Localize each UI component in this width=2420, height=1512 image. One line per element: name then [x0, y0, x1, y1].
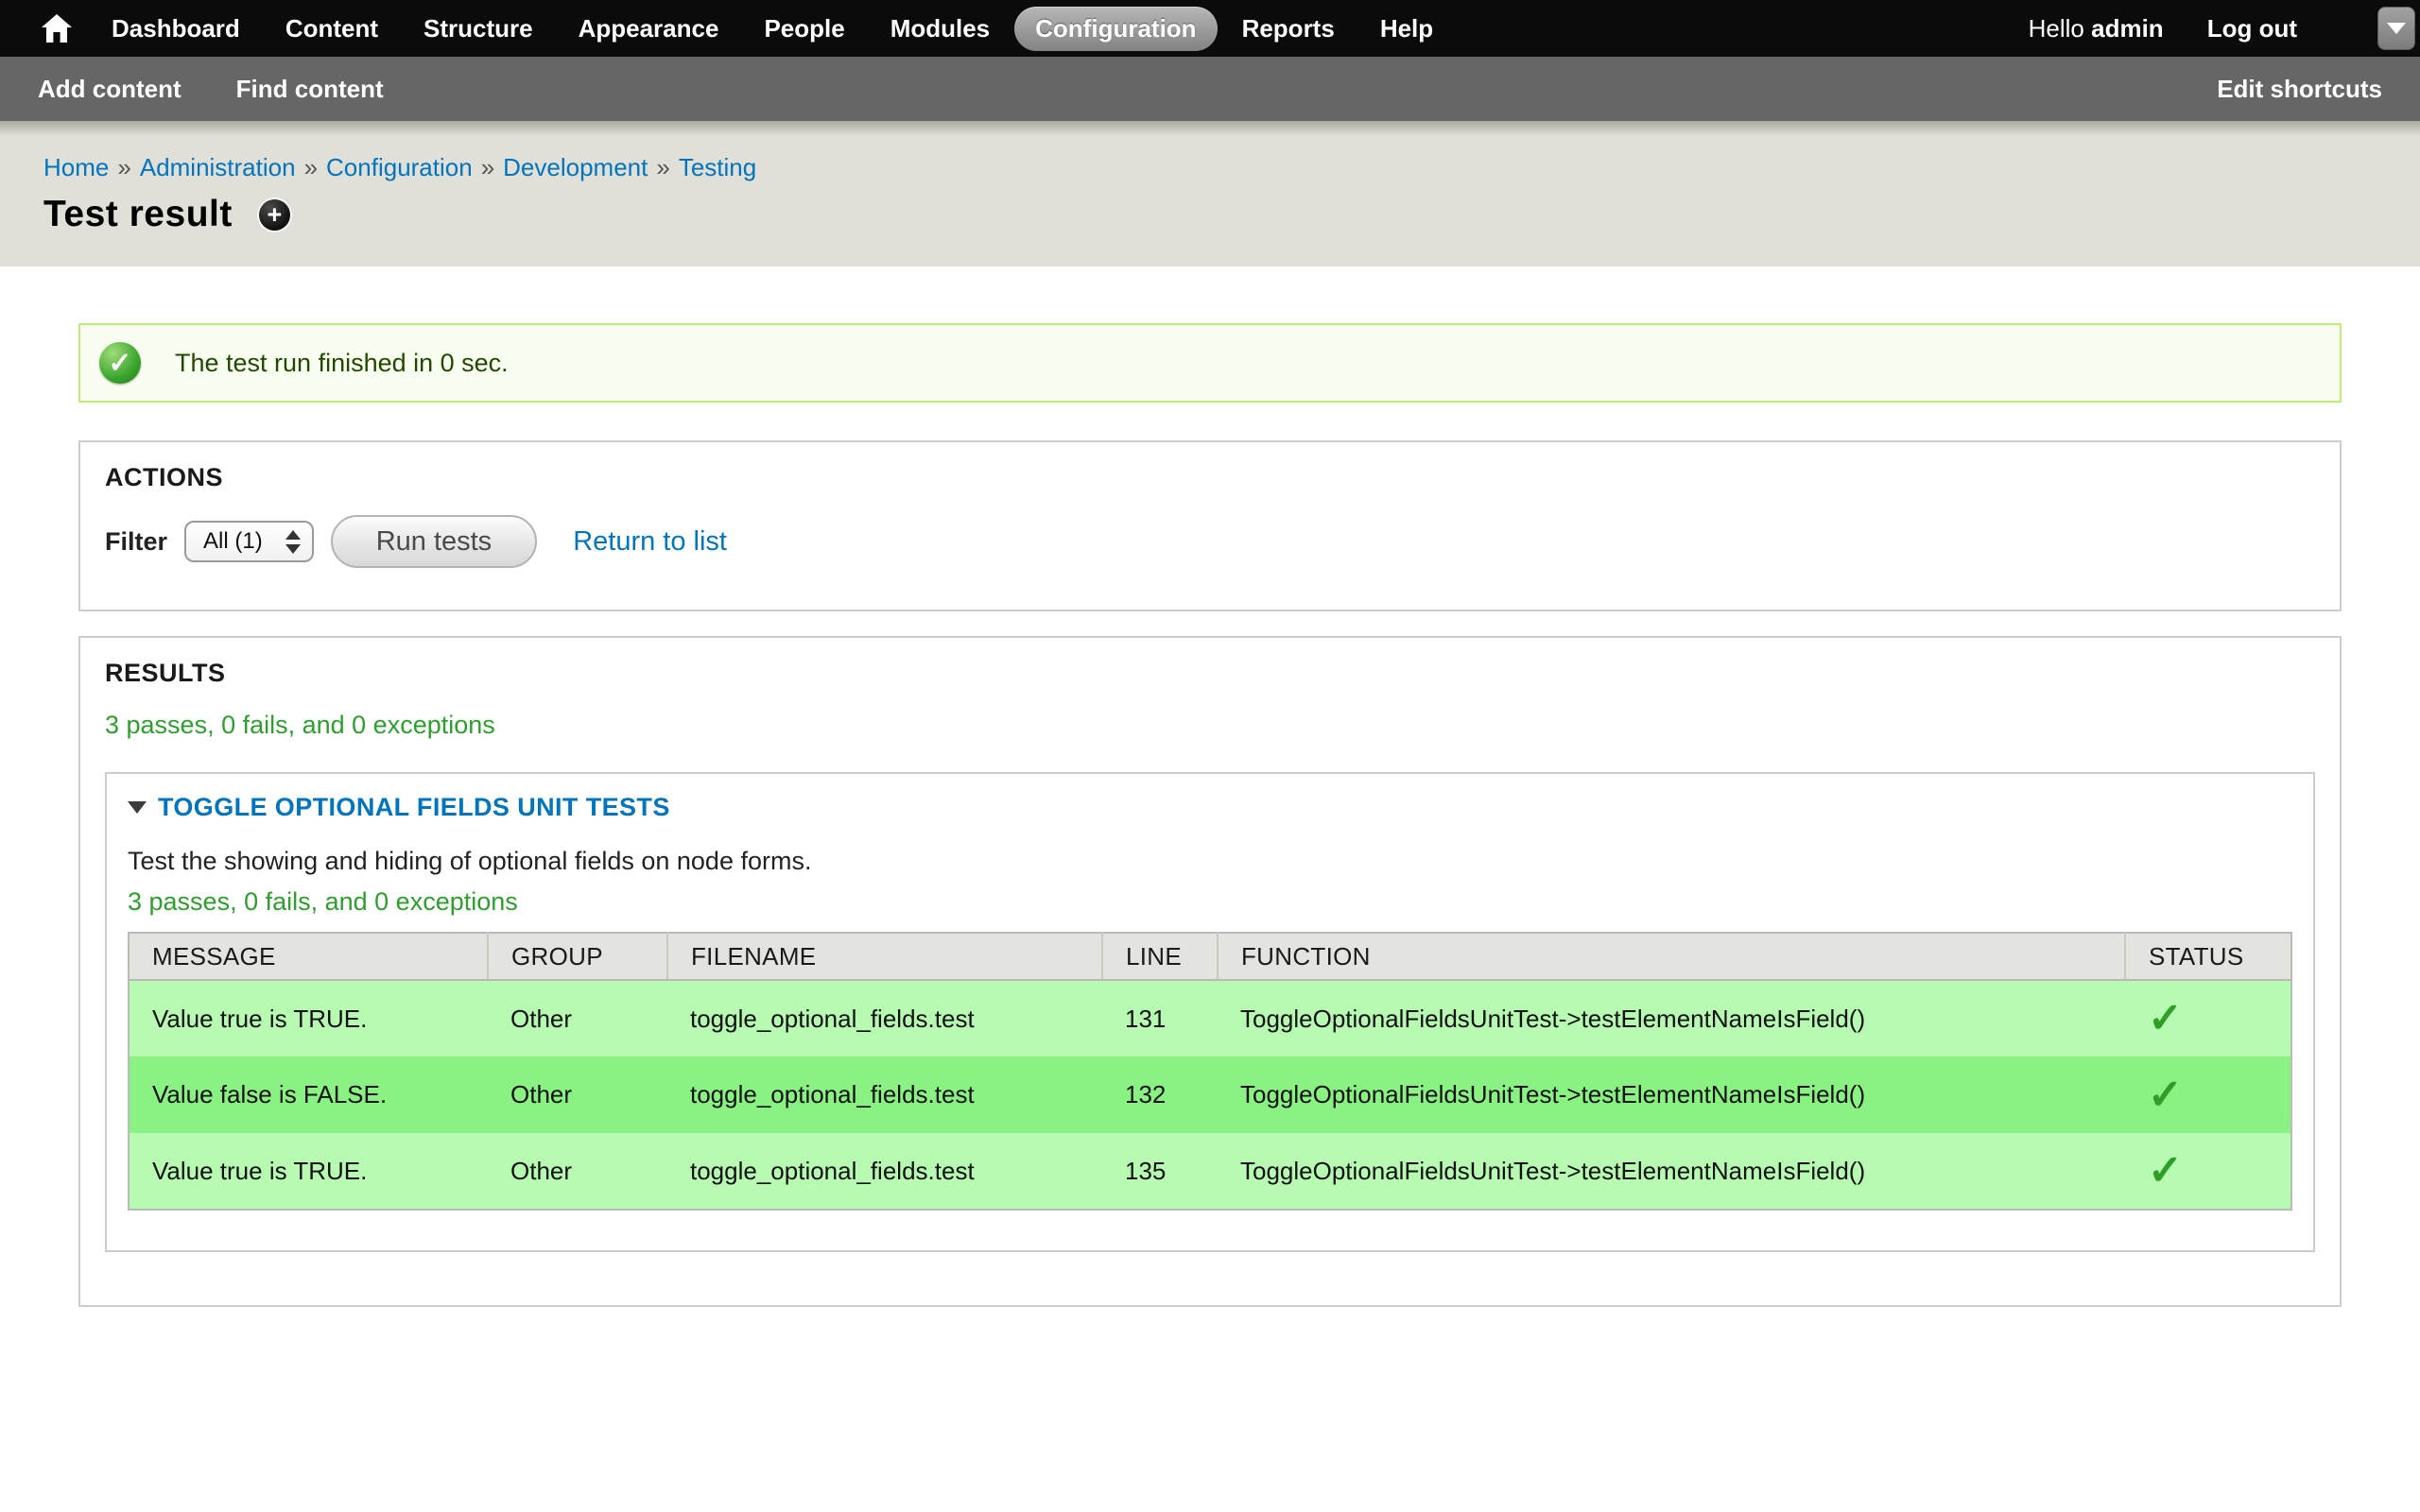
filter-label: Filter — [105, 527, 167, 557]
toolbar-item-help[interactable]: Help — [1359, 7, 1454, 51]
admin-toolbar: Dashboard Content Structure Appearance P… — [0, 0, 2420, 57]
collapse-arrow-icon — [128, 801, 147, 814]
toolbar-item-configuration[interactable]: Configuration — [1014, 7, 1217, 51]
cell-filename: toggle_optional_fields.test — [667, 1133, 1102, 1210]
test-group-fieldset: TOGGLE OPTIONAL FIELDS UNIT TESTS Test t… — [105, 772, 2315, 1252]
col-header-line: LINE — [1102, 933, 1218, 980]
page-title: Test result — [43, 194, 233, 235]
results-legend: RESULTS — [105, 659, 2315, 688]
table-row: Value true is TRUE. Other toggle_optiona… — [129, 1133, 2291, 1210]
select-arrows-icon — [285, 530, 301, 554]
col-header-status: STATUS — [2125, 933, 2291, 980]
chevron-down-icon — [2387, 23, 2406, 34]
breadcrumb-development[interactable]: Development — [503, 153, 648, 181]
cell-filename: toggle_optional_fields.test — [667, 1057, 1102, 1133]
shortcut-find-content[interactable]: Find content — [236, 75, 384, 104]
cell-line: 135 — [1102, 1133, 1218, 1210]
col-header-group: GROUP — [488, 933, 667, 980]
toolbar-item-reports[interactable]: Reports — [1221, 7, 1356, 51]
toolbar-item-dashboard[interactable]: Dashboard — [91, 7, 261, 51]
toolbar-item-appearance[interactable]: Appearance — [558, 7, 740, 51]
filter-select-value: All (1) — [203, 528, 263, 555]
col-header-filename: FILENAME — [667, 933, 1102, 980]
test-group-title: TOGGLE OPTIONAL FIELDS UNIT TESTS — [158, 793, 670, 822]
return-to-list-link[interactable]: Return to list — [573, 526, 727, 558]
breadcrumb-testing[interactable]: Testing — [679, 153, 756, 181]
cell-line: 131 — [1102, 980, 1218, 1057]
table-header-row: MESSAGE GROUP FILENAME LINE FUNCTION STA… — [129, 933, 2291, 980]
toolbar-item-content[interactable]: Content — [265, 7, 399, 51]
cell-group: Other — [488, 1133, 667, 1210]
home-button[interactable] — [25, 14, 89, 43]
pass-check-icon: ✓ — [2148, 1147, 2183, 1194]
actions-legend: ACTIONS — [105, 463, 2315, 492]
cell-function: ToggleOptionalFieldsUnitTest->testElemen… — [1218, 1133, 2125, 1210]
breadcrumb-separator: » — [481, 153, 494, 181]
main-content: ✓ The test run finished in 0 sec. ACTION… — [0, 266, 2420, 1307]
cell-line: 132 — [1102, 1057, 1218, 1133]
run-tests-button[interactable]: Run tests — [331, 515, 538, 568]
pass-check-icon: ✓ — [2148, 1072, 2183, 1118]
toolbar-drawer-toggle-button[interactable] — [2377, 7, 2415, 50]
page-header: Home » Administration » Configuration » Develo… — [0, 121, 2420, 266]
test-group-summary: 3 passes, 0 fails, and 0 exceptions — [128, 887, 2292, 917]
col-header-function: FUNCTION — [1218, 933, 2125, 980]
breadcrumb-separator: » — [117, 153, 130, 181]
table-row: Value false is FALSE. Other toggle_optio… — [129, 1057, 2291, 1133]
cell-group: Other — [488, 980, 667, 1057]
breadcrumb-separator: » — [656, 153, 669, 181]
status-message-text: The test run finished in 0 sec. — [175, 349, 509, 378]
toolbar-item-people[interactable]: People — [743, 7, 865, 51]
cell-function: ToggleOptionalFieldsUnitTest->testElemen… — [1218, 1057, 2125, 1133]
edit-shortcuts-link[interactable]: Edit shortcuts — [2217, 75, 2382, 104]
shortcut-add-content[interactable]: Add content — [38, 75, 182, 104]
toolbar-item-modules[interactable]: Modules — [870, 7, 1011, 51]
pass-check-icon: ✓ — [2148, 995, 2183, 1041]
breadcrumb-home[interactable]: Home — [43, 153, 109, 181]
test-results-table: MESSAGE GROUP FILENAME LINE FUNCTION STA… — [128, 932, 2292, 1211]
cell-message: Value true is TRUE. — [129, 1133, 488, 1210]
col-header-message: MESSAGE — [129, 933, 488, 980]
cell-filename: toggle_optional_fields.test — [667, 980, 1102, 1057]
user-greeting: Hello admin — [2029, 14, 2164, 43]
actions-fieldset: ACTIONS Filter All (1) Run tests Return … — [78, 440, 2342, 611]
username: admin — [2091, 14, 2164, 43]
status-message: ✓ The test run finished in 0 sec. — [78, 323, 2342, 403]
test-group-toggle[interactable]: TOGGLE OPTIONAL FIELDS UNIT TESTS — [128, 793, 2292, 822]
cell-message: Value false is FALSE. — [129, 1057, 488, 1133]
breadcrumb-separator: » — [304, 153, 318, 181]
breadcrumb-administration[interactable]: Administration — [140, 153, 296, 181]
home-icon — [42, 14, 72, 43]
cell-function: ToggleOptionalFieldsUnitTest->testElemen… — [1218, 980, 2125, 1057]
add-shortcut-icon[interactable]: + — [259, 199, 290, 231]
results-fieldset: RESULTS 3 passes, 0 fails, and 0 excepti… — [78, 636, 2342, 1307]
test-group-description: Test the showing and hiding of optional … — [128, 847, 2292, 876]
shortcut-bar: Add content Find content Edit shortcuts — [0, 57, 2420, 121]
cell-group: Other — [488, 1057, 667, 1133]
results-summary: 3 passes, 0 fails, and 0 exceptions — [105, 711, 2315, 740]
filter-select[interactable]: All (1) — [184, 521, 314, 562]
breadcrumb: Home » Administration » Configuration » Develo… — [43, 121, 2377, 182]
logout-link[interactable]: Log out — [2207, 14, 2297, 43]
cell-message: Value true is TRUE. — [129, 980, 488, 1057]
breadcrumb-configuration[interactable]: Configuration — [326, 153, 473, 181]
status-ok-icon: ✓ — [99, 342, 141, 384]
table-row: Value true is TRUE. Other toggle_optiona… — [129, 980, 2291, 1057]
toolbar-item-structure[interactable]: Structure — [403, 7, 554, 51]
